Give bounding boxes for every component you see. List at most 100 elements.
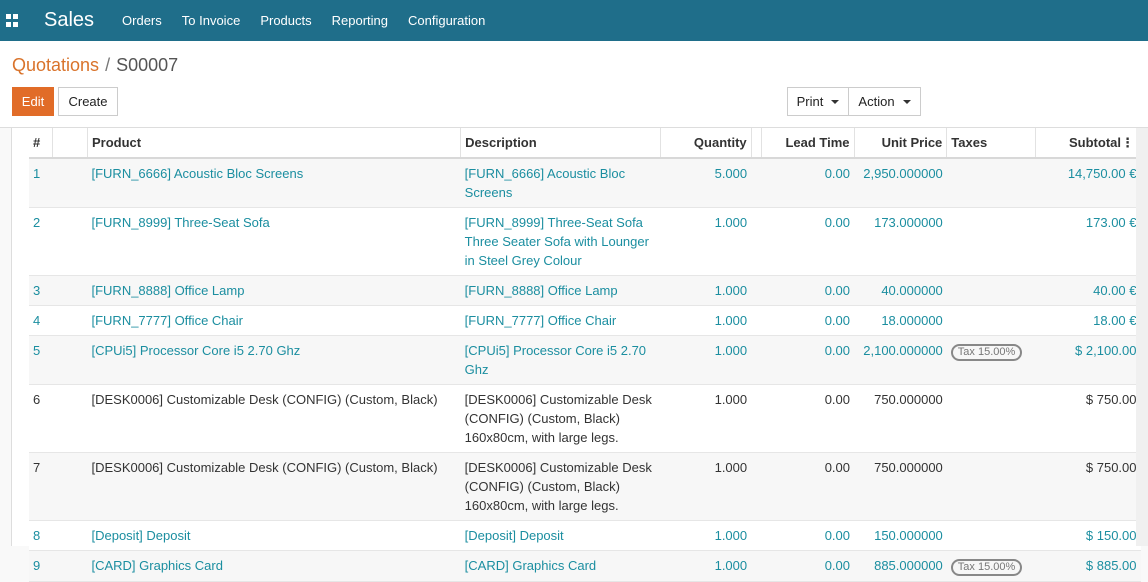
menu-orders[interactable]: Orders <box>122 13 162 28</box>
cell-product[interactable]: [DESK0006] Customizable Desk (CONFIG) (C… <box>87 384 461 453</box>
cell-unit-price[interactable]: 2,100.000000 <box>854 335 947 385</box>
cell-unit-price[interactable]: 40.000000 <box>854 275 947 306</box>
cell-taxes[interactable] <box>946 305 1036 336</box>
description-line: [DESK0006] Customizable Desk <box>464 392 652 407</box>
cell-lead-time[interactable]: 0.00 <box>761 207 854 276</box>
cell-quantity[interactable]: 1.000 <box>660 207 752 276</box>
table-row[interactable]: 3 [FURN_8888] Office Lamp [FURN_8888] Offi… <box>29 275 1141 306</box>
description-line: [DESK0006] Customizable Desk <box>464 460 652 475</box>
cell-taxes[interactable]: Tax 15.00% <box>946 550 1036 582</box>
cell-unit-price[interactable]: 885.000000 <box>854 550 947 582</box>
app-title[interactable]: Sales <box>44 9 94 32</box>
cell-unit-price[interactable]: 2,950.000000 <box>854 158 947 208</box>
cell-taxes[interactable] <box>946 158 1036 208</box>
cell-description[interactable]: [FURN_8999] Three-Seat Sofa Three Seater … <box>460 207 661 276</box>
cell-quantity[interactable]: 1.000 <box>660 452 752 521</box>
cell-description[interactable]: [DESK0006] Customizable Desk (CONFIG) (Cu… <box>460 384 661 453</box>
cell-description[interactable]: [CPUi5] Processor Core i5 2.70 Ghz <box>460 335 661 385</box>
cell-lead-time[interactable]: 0.00 <box>761 335 854 385</box>
cell-unit-price[interactable]: 750.000000 <box>854 384 947 453</box>
cell-lead-time[interactable]: 0.00 <box>761 452 854 521</box>
cell-product[interactable]: [FURN_8888] Office Lamp <box>87 275 461 306</box>
create-button[interactable]: Create <box>58 87 118 116</box>
description-line: [CARD] Graphics Card <box>464 558 597 573</box>
table-row[interactable]: 8 [Deposit] Deposit [Deposit] Deposit 1.000… <box>29 520 1141 551</box>
table-row[interactable]: 4 [FURN_7777] Office Chair [FURN_7777] Off… <box>29 305 1141 336</box>
cell-quantity[interactable]: 1.000 <box>660 335 752 385</box>
cell-quantity[interactable]: 1.000 <box>660 384 752 453</box>
cell-taxes[interactable] <box>946 452 1036 521</box>
cell-product[interactable]: [FURN_6666] Acoustic Bloc Screens <box>87 158 461 208</box>
cell-product[interactable]: [FURN_8999] Three-Seat Sofa <box>87 207 461 276</box>
table-row[interactable]: 6 [DESK0006] Customizable Desk (CONFIG) (… <box>29 384 1141 453</box>
col-subtotal[interactable]: Subtotal ⋮ <box>1035 128 1141 159</box>
edit-button[interactable]: Edit <box>12 87 54 116</box>
menu-to-invoice[interactable]: To Invoice <box>182 13 241 28</box>
cell-handle <box>52 384 88 453</box>
cell-lead-time[interactable]: 0.00 <box>761 158 854 208</box>
description-line: [CPUi5] Processor Core i5 2.70 <box>464 343 647 358</box>
cell-description[interactable]: [CARD] Graphics Card <box>460 550 661 582</box>
col-unit-price[interactable]: Unit Price <box>854 128 948 159</box>
table-row[interactable]: 1 [FURN_6666] Acoustic Bloc Screens [FURN_… <box>29 158 1141 208</box>
cell-product[interactable]: [CARD] Graphics Card <box>87 550 461 582</box>
cell-subtotal: 40.00 € <box>1035 275 1141 306</box>
cell-spacer <box>751 158 762 208</box>
table-row[interactable]: 2 [FURN_8999] Three-Seat Sofa [FURN_8999] … <box>29 207 1141 276</box>
print-dropdown-button[interactable]: Print <box>787 87 849 116</box>
cell-lead-time[interactable]: 0.00 <box>761 520 854 551</box>
apps-menu-icon[interactable] <box>6 14 19 27</box>
cell-quantity[interactable]: 1.000 <box>660 305 752 336</box>
cell-taxes[interactable] <box>946 207 1036 276</box>
cell-quantity[interactable]: 1.000 <box>660 275 752 306</box>
cell-unit-price[interactable]: 173.000000 <box>854 207 947 276</box>
cell-unit-price[interactable]: 18.000000 <box>854 305 947 336</box>
cell-taxes[interactable] <box>946 275 1036 306</box>
cell-taxes[interactable]: Tax 15.00% <box>946 335 1036 385</box>
table-row[interactable]: 7 [DESK0006] Customizable Desk (CONFIG) (… <box>29 452 1141 521</box>
column-options-icon[interactable]: ⋮ <box>1121 135 1134 151</box>
cell-product[interactable]: [CPUi5] Processor Core i5 2.70 Ghz <box>87 335 461 385</box>
cell-quantity[interactable]: 1.000 <box>660 520 752 551</box>
cell-product[interactable]: [FURN_7777] Office Chair <box>87 305 461 336</box>
menu-products[interactable]: Products <box>260 13 311 28</box>
cell-taxes[interactable] <box>946 384 1036 453</box>
cell-description[interactable]: [FURN_7777] Office Chair <box>460 305 661 336</box>
cell-handle <box>52 158 88 208</box>
cell-quantity[interactable]: 5.000 <box>660 158 752 208</box>
cell-product[interactable]: [DESK0006] Customizable Desk (CONFIG) (C… <box>87 452 461 521</box>
cell-description[interactable]: [FURN_8888] Office Lamp <box>460 275 661 306</box>
col-quantity[interactable]: Quantity <box>660 128 752 159</box>
cell-handle <box>52 207 88 276</box>
cell-handle <box>52 275 88 306</box>
table-row[interactable]: 9 [CARD] Graphics Card [CARD] Graphics Car… <box>29 550 1141 582</box>
action-dropdown-button[interactable]: Action <box>848 87 921 116</box>
cell-description[interactable]: [DESK0006] Customizable Desk (CONFIG) (Cu… <box>460 452 661 521</box>
col-taxes[interactable]: Taxes <box>946 128 1037 159</box>
table-row[interactable]: 5 [CPUi5] Processor Core i5 2.70 Ghz [CPUi… <box>29 335 1141 385</box>
cell-description[interactable]: [Deposit] Deposit <box>460 520 661 551</box>
cell-product[interactable]: [Deposit] Deposit <box>87 520 461 551</box>
cell-taxes[interactable] <box>946 520 1036 551</box>
menu-configuration[interactable]: Configuration <box>408 13 485 28</box>
cell-lead-time[interactable]: 0.00 <box>761 305 854 336</box>
cell-unit-price[interactable]: 150.000000 <box>854 520 947 551</box>
cell-subtotal: 173.00 € <box>1035 207 1141 276</box>
breadcrumb-quotations-link[interactable]: Quotations <box>12 55 99 75</box>
cell-lead-time[interactable]: 0.00 <box>761 275 854 306</box>
cell-lead-time[interactable]: 0.00 <box>761 550 854 582</box>
col-description[interactable]: Description <box>460 128 661 159</box>
cell-description[interactable]: [FURN_6666] Acoustic Bloc Screens <box>460 158 661 208</box>
cell-unit-price[interactable]: 750.000000 <box>854 452 947 521</box>
menu-reporting[interactable]: Reporting <box>332 13 388 28</box>
cell-quantity[interactable]: 1.000 <box>660 550 752 582</box>
col-product[interactable]: Product <box>87 128 462 159</box>
cell-lead-time[interactable]: 0.00 <box>761 384 854 453</box>
col-lead-time[interactable]: Lead Time <box>761 128 855 159</box>
cell-subtotal: 14,750.00 € <box>1035 158 1141 208</box>
cell-spacer <box>751 384 762 453</box>
col-spacer <box>751 128 762 159</box>
scrollbar-track[interactable] <box>1136 128 1148 546</box>
cell-spacer <box>751 305 762 336</box>
form-sheet: # Product Description Quantity Lead Time… <box>11 128 1141 582</box>
